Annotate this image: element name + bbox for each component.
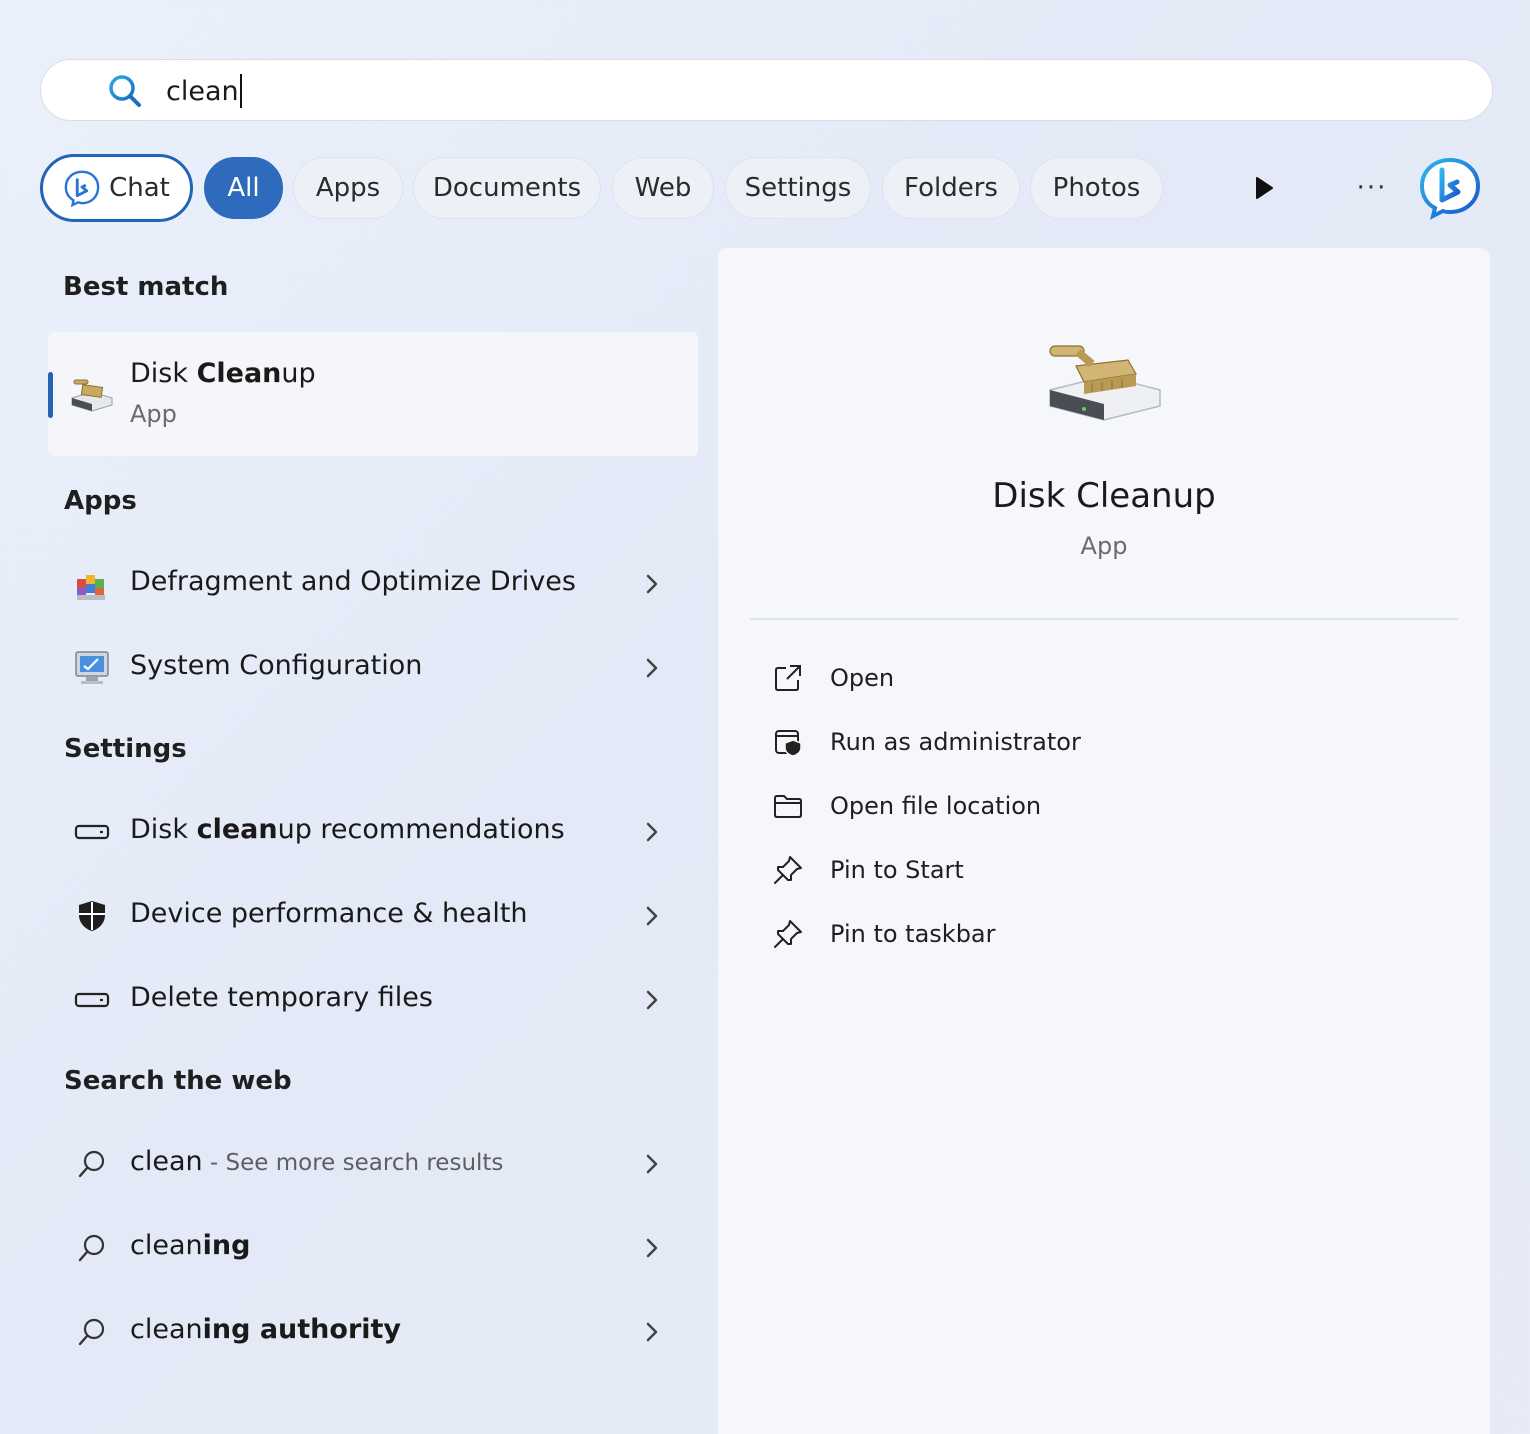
shield-admin-icon [775, 730, 802, 757]
folders-filter-label: Folders [904, 173, 998, 203]
settings-result-label: Device performance & health [130, 898, 528, 929]
best-match-title: Disk Cleanup [130, 358, 316, 389]
apps-filter-label: Apps [315, 173, 381, 203]
chevron-right-icon [646, 906, 658, 926]
chevron-right-icon [646, 822, 658, 842]
bing-button[interactable] [1418, 156, 1482, 220]
bing-logo-icon [1419, 157, 1481, 220]
chevron-right-icon [646, 574, 658, 594]
photos-filter-button[interactable]: Photos [1030, 157, 1163, 219]
best-match-heading: Best match [63, 272, 229, 302]
pin-icon [774, 856, 802, 884]
preview-title: Disk Cleanup [992, 476, 1216, 516]
open-action[interactable]: Open [768, 654, 1368, 702]
settings-result-disk-cleanup-recommendations[interactable]: Disk cleanup recommendations [48, 794, 698, 870]
drive-icon [72, 980, 112, 1020]
all-filter-button[interactable]: All [204, 157, 283, 219]
search-icon [109, 75, 141, 107]
documents-filter-button[interactable]: Documents [413, 157, 601, 219]
play-arrow-icon [1256, 177, 1273, 199]
scroll-filters-button[interactable] [1248, 172, 1280, 204]
defragment-icon [72, 564, 112, 604]
open-external-icon [775, 665, 801, 691]
web-filter-label: Web [634, 173, 692, 203]
preview-subtitle: App [1080, 532, 1128, 560]
chevron-right-icon [646, 1322, 658, 1342]
web-result-label: cleaning authority [130, 1314, 402, 1345]
pin-to-taskbar-action[interactable]: Pin to taskbar [768, 910, 1368, 958]
disk-cleanup-icon [71, 379, 113, 412]
pin-icon [774, 920, 802, 948]
app-result-system-configuration[interactable]: System Configuration [48, 630, 698, 706]
app-result-label: Defragment and Optimize Drives [130, 566, 576, 597]
web-result-cleaning[interactable]: cleaning [48, 1210, 698, 1286]
web-result-label: cleaning [130, 1230, 251, 1261]
pin-to-start-action[interactable]: Pin to Start [768, 846, 1368, 894]
system-configuration-icon [72, 648, 112, 688]
preview-panel: Disk Cleanup App Open Run as administrat… [718, 248, 1490, 1434]
action-label: Pin to taskbar [830, 920, 996, 948]
more-options-button[interactable]: ··· [1352, 172, 1392, 204]
app-result-defragment[interactable]: Defragment and Optimize Drives [48, 546, 698, 622]
search-query-text: clean [166, 75, 239, 107]
search-box[interactable]: clean [40, 59, 1493, 121]
folder-icon [774, 795, 802, 818]
shield-icon [72, 896, 112, 936]
chat-filter-button[interactable]: Chat [40, 154, 193, 222]
action-label: Pin to Start [830, 856, 964, 884]
search-input[interactable]: clean [166, 74, 242, 108]
more-options-label: ··· [1356, 173, 1388, 203]
search-web-heading: Search the web [64, 1066, 292, 1096]
best-match-subtitle: App [130, 400, 177, 428]
chevron-right-icon [646, 658, 658, 678]
search-icon [72, 1144, 112, 1184]
open-file-location-action[interactable]: Open file location [768, 782, 1368, 830]
search-icon [72, 1312, 112, 1352]
bing-chat-icon [64, 170, 100, 207]
app-result-label: System Configuration [130, 650, 423, 681]
web-result-cleaning-authority[interactable]: cleaning authority [48, 1294, 698, 1370]
chevron-right-icon [646, 1238, 658, 1258]
apps-filter-button[interactable]: Apps [293, 157, 403, 219]
text-caret [239, 74, 242, 108]
apps-heading: Apps [64, 486, 137, 516]
photos-filter-label: Photos [1052, 173, 1141, 203]
selection-indicator [48, 372, 53, 418]
best-match-item[interactable]: Disk Cleanup App [48, 332, 698, 456]
web-filter-button[interactable]: Web [612, 157, 714, 219]
action-label: Run as administrator [830, 728, 1081, 756]
search-icon [72, 1228, 112, 1268]
preview-divider [750, 618, 1458, 620]
web-result-clean[interactable]: clean - See more search results [48, 1126, 698, 1202]
settings-filter-label: Settings [744, 173, 852, 203]
settings-result-delete-temporary-files[interactable]: Delete temporary files [48, 962, 698, 1038]
settings-result-label: Delete temporary files [130, 982, 433, 1013]
settings-result-device-performance[interactable]: Device performance & health [48, 878, 698, 954]
action-label: Open [830, 664, 895, 692]
folders-filter-button[interactable]: Folders [882, 157, 1020, 219]
chat-filter-label: Chat [109, 173, 170, 203]
settings-filter-button[interactable]: Settings [725, 157, 871, 219]
run-as-administrator-action[interactable]: Run as administrator [768, 718, 1368, 766]
drive-icon [72, 812, 112, 852]
settings-heading: Settings [64, 734, 187, 764]
chevron-right-icon [646, 1154, 658, 1174]
disk-cleanup-large-icon [1049, 345, 1161, 421]
web-result-label: clean - See more search results [130, 1146, 504, 1177]
chevron-right-icon [646, 990, 658, 1010]
documents-filter-label: Documents [432, 173, 582, 203]
all-filter-label: All [227, 173, 260, 203]
settings-result-label: Disk cleanup recommendations [130, 814, 565, 845]
action-label: Open file location [830, 792, 1042, 820]
